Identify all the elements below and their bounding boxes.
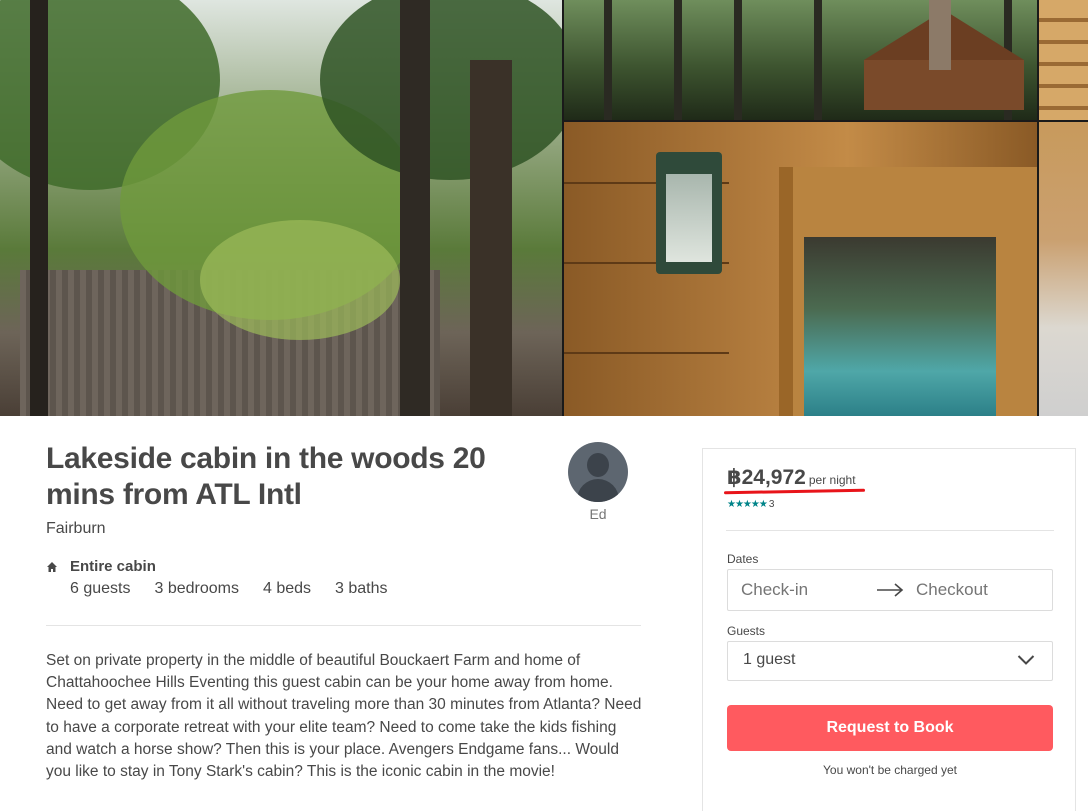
host-profile[interactable]: Ed [567,442,629,522]
photo-main[interactable] [0,0,562,416]
request-to-book-button[interactable]: Request to Book [727,705,1053,751]
photo-door[interactable] [564,122,1037,416]
host-name[interactable]: Ed [567,506,629,522]
guests-count: 6 guests [70,580,131,597]
price-amount: ฿24,972 [727,466,806,489]
listing-stats: 6 guests 3 bedrooms 4 beds 3 baths [70,580,388,598]
checkout-input[interactable]: Checkout [916,580,988,600]
avatar[interactable] [568,442,628,502]
lantern-shape [656,152,722,274]
listing-title: Lakeside cabin in the woods 20 mins from… [46,442,486,511]
photo-cabin[interactable] [564,0,1037,120]
property-type: Entire cabin [70,558,156,575]
beds-count: 4 beds [262,580,312,597]
price-unit: per night [808,473,856,487]
checkin-input[interactable]: Check-in [741,580,808,600]
dates-label: Dates [727,552,759,566]
listing-description: Set on private property in the middle of… [46,652,642,781]
photo-interior[interactable] [1039,122,1088,416]
bedrooms-count: 3 bedrooms [154,580,239,597]
guests-value[interactable]: 1 guest [743,651,795,669]
arrow-right-icon [877,583,904,597]
baths-count: 3 baths [335,580,388,597]
guests-label: Guests [727,624,766,638]
divider [46,625,641,626]
divider [726,530,1054,531]
no-charge-note: You won't be charged yet [823,763,957,777]
review-count: 3 [768,499,775,510]
home-icon [47,562,57,572]
price-display: ฿24,972 per night [727,465,856,490]
photo-gallery [0,0,1088,416]
rating[interactable]: ★★★★★ 3 [727,499,774,510]
star-rating-icon: ★★★★★ [727,499,768,510]
chevron-down-icon[interactable] [1017,654,1035,666]
photo-logs[interactable] [1039,0,1088,120]
listing-location[interactable]: Fairburn [46,520,106,538]
